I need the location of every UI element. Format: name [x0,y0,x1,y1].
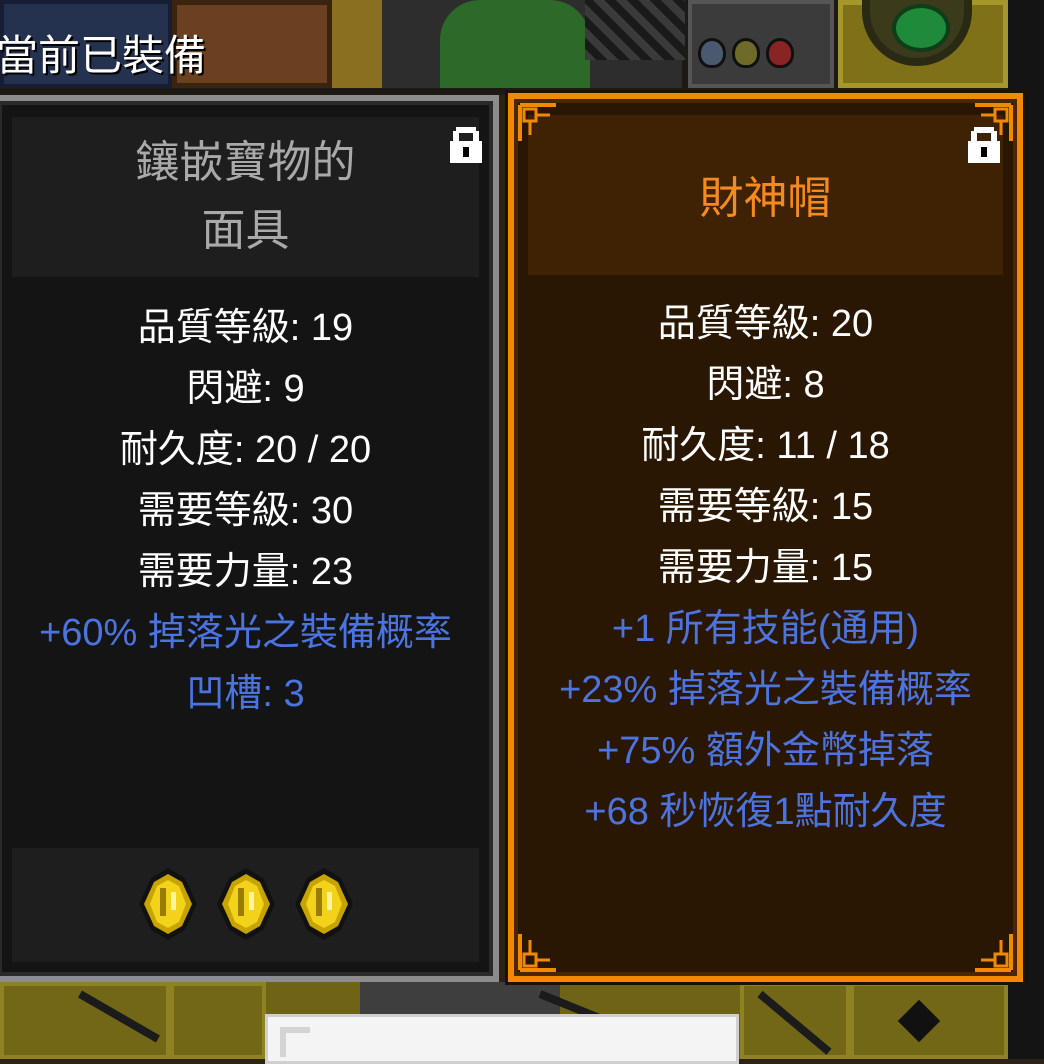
potion-belt [698,38,794,68]
equipped-item-tooltip: 鑲嵌寶物的 面具 品質等級: 19 閃避: 9 耐久度: 20 / 20 需要等… [0,95,499,982]
stat-dodge: 閃避: 9 [186,368,305,410]
stat-magic-find: +23% 掉落光之裝備概率 [559,669,972,711]
socket-row [12,866,479,942]
item-title: 財神帽 [699,174,832,223]
potion-icon [732,38,760,68]
popup-panel [265,1014,739,1064]
compared-item-tooltip: 財神帽 品質等級: 20 閃避: 8 耐久度: 11 / 18 需要等級: 15… [508,93,1023,982]
currently-equipped-label: 當前已裝備 [0,32,207,79]
character-portrait [440,0,590,88]
stat-durability: 耐久度: 11 / 18 [641,425,890,467]
stat-all-skills: +1 所有技能(通用) [611,608,920,650]
gold-gem-icon[interactable] [291,866,357,942]
item-stats: 品質等級: 19 閃避: 9 耐久度: 20 / 20 需要等級: 30 需要力… [0,298,493,725]
stat-required-level: 需要等級: 15 [657,486,874,528]
inventory-slot[interactable] [170,982,266,1059]
stat-quality-level: 品質等級: 20 [657,303,874,345]
potion-icon [698,38,726,68]
stat-required-level: 需要等級: 30 [137,490,354,532]
stat-durability: 耐久度: 20 / 20 [119,429,372,471]
ornate-corner-icon [975,934,1013,972]
socket-footer [12,848,479,962]
inventory-slot-chainmail[interactable] [585,0,685,60]
stat-required-strength: 需要力量: 23 [137,551,354,593]
item-stats: 品質等級: 20 閃避: 8 耐久度: 11 / 18 需要等級: 15 需要力… [514,294,1017,843]
panel-corner-decoration [280,1027,310,1057]
ornate-corner-icon [518,103,556,141]
ornate-corner-icon [975,103,1013,141]
potion-icon [766,38,794,68]
stat-required-strength: 需要力量: 15 [657,547,874,589]
inventory-slot-weapon[interactable] [332,0,382,88]
gold-gem-icon[interactable] [213,866,279,942]
item-title: 鑲嵌寶物的 面具 [0,129,493,265]
stat-quality-level: 品質等級: 19 [137,307,354,349]
gold-gem-icon[interactable] [135,866,201,942]
item-title-line2: 面具 [201,206,290,255]
stat-gold-find: +75% 額外金幣掉落 [597,730,934,772]
item-title-line1: 鑲嵌寶物的 [135,138,356,187]
stat-durability-regen: +68 秒恢復1點耐久度 [584,791,947,833]
ornate-corner-icon [518,934,556,972]
stat-dodge: 閃避: 8 [706,364,825,406]
stat-magic-find: +60% 掉落光之裝備概率 [39,612,452,654]
lock-icon[interactable] [449,125,483,165]
stat-sockets: 凹槽: 3 [186,673,305,715]
